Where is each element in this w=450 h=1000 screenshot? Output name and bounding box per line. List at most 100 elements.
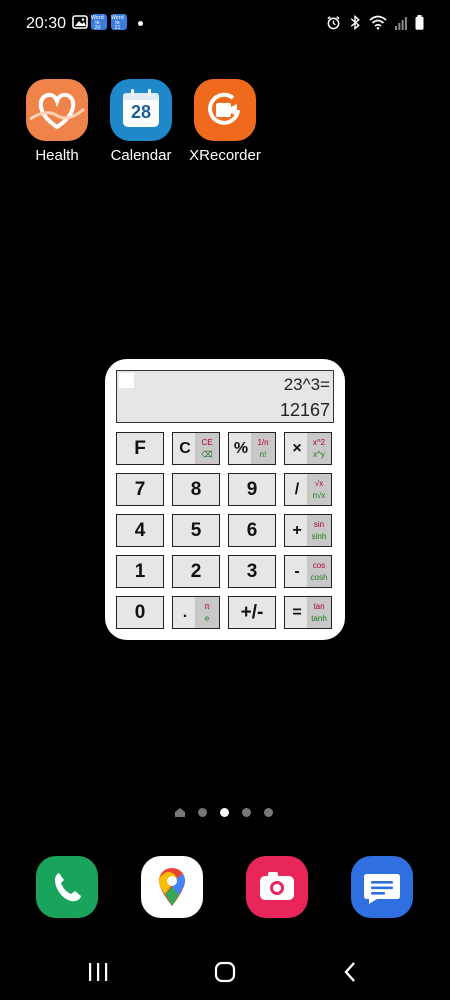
calc-key[interactable]: 7 <box>116 473 164 506</box>
calc-key[interactable]: 8 <box>172 473 220 506</box>
calc-key-label: + <box>292 521 302 539</box>
display-result: 12167 <box>279 400 330 420</box>
phone-icon[interactable] <box>36 856 98 918</box>
calc-key-label: . <box>182 603 188 621</box>
app-xrecorder[interactable]: XRecorder <box>180 79 270 164</box>
calc-key-secondary-top: sin <box>313 519 325 529</box>
calc-key-secondary[interactable]: πe <box>195 597 219 628</box>
signal-icon <box>395 16 407 30</box>
calculator-display: 23^3= 12167 <box>116 370 334 423</box>
calc-key-secondary[interactable]: 1/n n! <box>251 433 275 464</box>
app-label: Calendar <box>110 147 172 164</box>
calc-key-secondary[interactable]: x^2 x^y <box>307 433 331 464</box>
page-dot-active[interactable] <box>220 808 229 817</box>
calc-key[interactable]: % 1/n n! <box>228 432 276 465</box>
wifi-icon <box>369 15 387 30</box>
app-label: Health <box>35 147 79 164</box>
calc-key-label: × <box>292 439 302 457</box>
calc-key-label: 5 <box>190 519 202 541</box>
navigation-bar <box>0 940 450 1000</box>
gallery-notification-icon <box>72 15 88 29</box>
calc-key-secondary-bottom: n√x <box>312 490 326 500</box>
display-expression: 23^3= <box>283 375 330 394</box>
calc-key-secondary-top: 1/n <box>257 437 269 447</box>
calc-key[interactable]: +/- <box>228 596 276 629</box>
calc-key-secondary-top: π <box>204 601 210 611</box>
page-dot[interactable] <box>242 808 251 817</box>
calc-key-label: = <box>292 603 302 621</box>
calc-key-label: - <box>294 562 300 580</box>
calc-key-label: 0 <box>134 601 146 623</box>
home-icon[interactable] <box>213 960 237 984</box>
bluetooth-icon <box>350 15 360 30</box>
calc-key-secondary-top: CE <box>201 437 213 447</box>
home-page-icon[interactable] <box>175 808 185 817</box>
calc-key-secondary-bottom: e <box>204 613 210 623</box>
calc-key-secondary-bottom: x^y <box>313 449 325 459</box>
calc-key[interactable]: + sin sinh <box>284 514 332 547</box>
calc-key-secondary-bottom: n! <box>259 449 267 459</box>
app-label: XRecorder <box>189 147 261 164</box>
calc-key[interactable]: . πe <box>172 596 220 629</box>
calc-key-secondary-bottom: ⌫ <box>201 449 213 459</box>
maps-icon[interactable] <box>141 856 203 918</box>
calc-key-label: 7 <box>134 478 146 500</box>
system-icons <box>326 15 424 30</box>
messages-icon[interactable] <box>351 856 413 918</box>
calc-key-label: 4 <box>134 519 146 541</box>
calc-key-label: 1 <box>134 560 146 582</box>
back-icon[interactable] <box>339 960 363 984</box>
page-dot[interactable] <box>198 808 207 817</box>
calc-key-secondary[interactable]: CE ⌫ <box>195 433 219 464</box>
clock: 20:30 <box>26 15 67 32</box>
recents-icon[interactable] <box>86 960 110 984</box>
calc-key[interactable]: = tan tanh <box>284 596 332 629</box>
calc-key[interactable]: F <box>116 432 164 465</box>
calc-key[interactable]: C CE ⌫ <box>172 432 220 465</box>
calc-key-label: % <box>233 439 249 457</box>
calc-key[interactable]: 4 <box>116 514 164 547</box>
calendar-day: 28 <box>130 102 152 122</box>
calc-key-secondary[interactable]: sin sinh <box>307 515 331 546</box>
calc-key[interactable]: 3 <box>228 555 276 588</box>
calc-key-label: 3 <box>246 560 258 582</box>
more-notifications-dot <box>138 21 143 26</box>
home-screen: 20:30 Word le 20 Word le 21 Health 28 Ca… <box>0 0 450 1000</box>
calc-key[interactable]: 6 <box>228 514 276 547</box>
calc-key[interactable]: / √x n√x <box>284 473 332 506</box>
calc-key[interactable]: 2 <box>172 555 220 588</box>
calc-key-secondary-bottom: sinh <box>311 531 327 541</box>
app-health[interactable]: Health <box>12 79 102 164</box>
calc-key[interactable]: × x^2 x^y <box>284 432 332 465</box>
calc-key-secondary[interactable]: cos cosh <box>307 556 331 587</box>
calc-key-secondary-bottom: cosh <box>310 572 328 582</box>
calc-key-label: 9 <box>246 478 258 500</box>
alarm-icon <box>327 16 340 30</box>
page-indicator <box>175 808 273 817</box>
calc-key-label: F <box>134 437 146 459</box>
calc-key-secondary-top: tan <box>313 601 325 611</box>
camera-icon[interactable] <box>246 856 308 918</box>
calc-key-label: 6 <box>246 519 258 541</box>
calc-key[interactable]: 5 <box>172 514 220 547</box>
calc-key-secondary[interactable]: √x n√x <box>307 474 331 505</box>
calc-key[interactable]: 1 <box>116 555 164 588</box>
status-bar: 20:30 Word le 20 Word le 21 <box>0 0 450 50</box>
display-indicator <box>119 373 134 388</box>
health-icon <box>26 79 88 141</box>
calc-key-secondary[interactable]: tan tanh <box>307 597 331 628</box>
calc-key-secondary-top: cos <box>312 560 326 570</box>
calc-key-label: 8 <box>190 478 202 500</box>
calc-key[interactable]: 0 <box>116 596 164 629</box>
xrecorder-icon <box>194 79 256 141</box>
calc-key-secondary-top: √x <box>314 478 324 488</box>
calc-key-label: +/- <box>240 601 264 623</box>
app-calendar[interactable]: 28 Calendar <box>96 79 186 164</box>
calc-key-secondary-top: x^2 <box>312 437 326 447</box>
calc-key-label: 2 <box>190 560 202 582</box>
calc-key[interactable]: - cos cosh <box>284 555 332 588</box>
battery-icon <box>415 15 424 30</box>
calc-key[interactable]: 9 <box>228 473 276 506</box>
calculator-widget: 23^3= 12167 F C CE ⌫% 1/n n! × x^2 x^y 7 8 9 / √x n√x 4… <box>105 359 345 640</box>
page-dot[interactable] <box>264 808 273 817</box>
